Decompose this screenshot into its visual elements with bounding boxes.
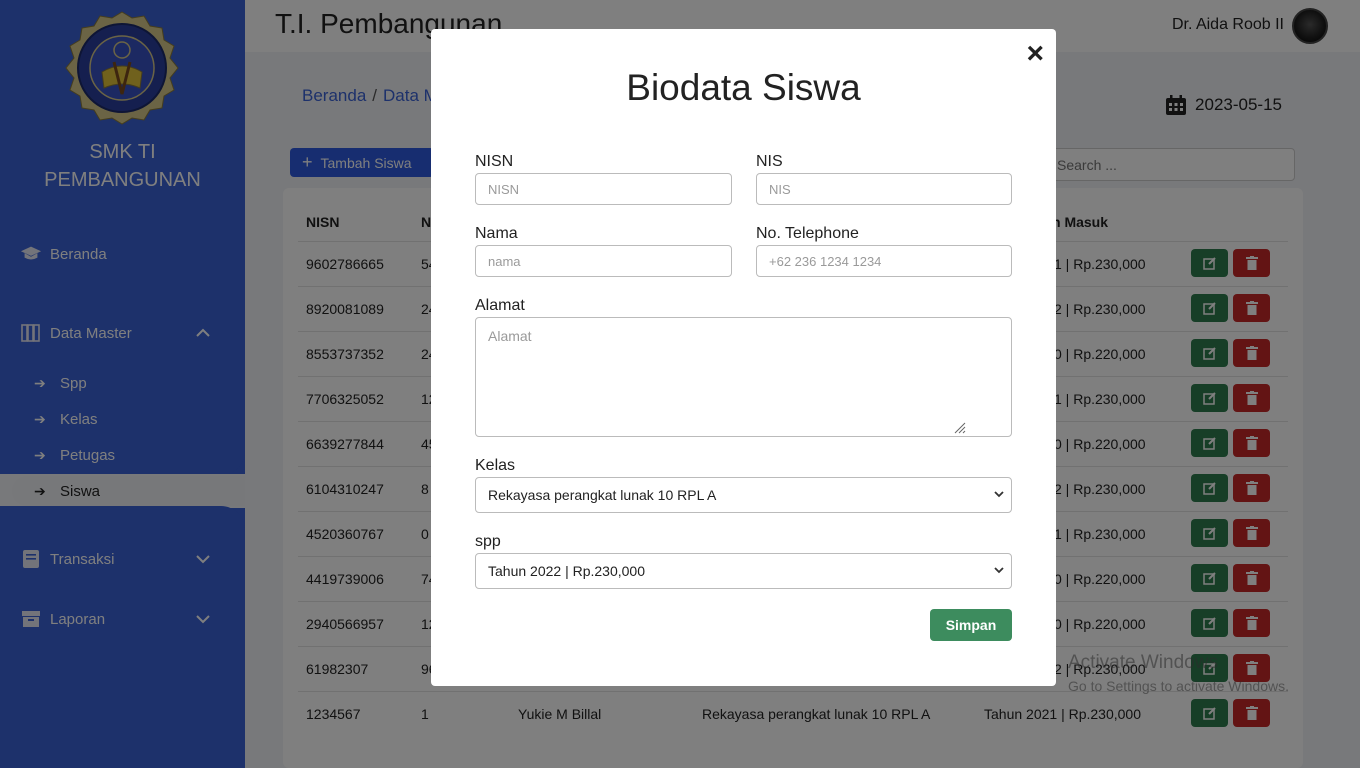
- save-button[interactable]: Simpan: [930, 609, 1012, 641]
- nisn-label: NISN: [475, 153, 514, 170]
- chevron-down-icon: [994, 567, 1004, 574]
- kelas-select[interactable]: Rekayasa perangkat lunak 10 RPL A: [475, 477, 1012, 513]
- chevron-down-icon: [994, 491, 1004, 498]
- alamat-label: Alamat: [475, 297, 525, 314]
- biodata-modal: Biodata Siswa × NISN NIS Nama No. Teleph…: [431, 29, 1056, 686]
- nama-input[interactable]: [475, 245, 732, 277]
- modal-title: Biodata Siswa: [626, 67, 861, 108]
- kelas-selected-value: Rekayasa perangkat lunak 10 RPL A: [488, 487, 717, 503]
- nis-input[interactable]: [756, 173, 1012, 205]
- close-icon[interactable]: ×: [1026, 39, 1044, 69]
- nis-label: NIS: [756, 153, 783, 170]
- telephone-label: No. Telephone: [756, 225, 859, 242]
- spp-label: spp: [475, 533, 501, 550]
- telephone-input[interactable]: [756, 245, 1012, 277]
- spp-select[interactable]: Tahun 2022 | Rp.230,000: [475, 553, 1012, 589]
- resize-handle-icon[interactable]: [952, 420, 966, 434]
- kelas-label: Kelas: [475, 457, 516, 474]
- alamat-textarea[interactable]: [475, 317, 1012, 437]
- nisn-input[interactable]: [475, 173, 732, 205]
- nama-label: Nama: [475, 225, 518, 242]
- spp-selected-value: Tahun 2022 | Rp.230,000: [488, 563, 645, 579]
